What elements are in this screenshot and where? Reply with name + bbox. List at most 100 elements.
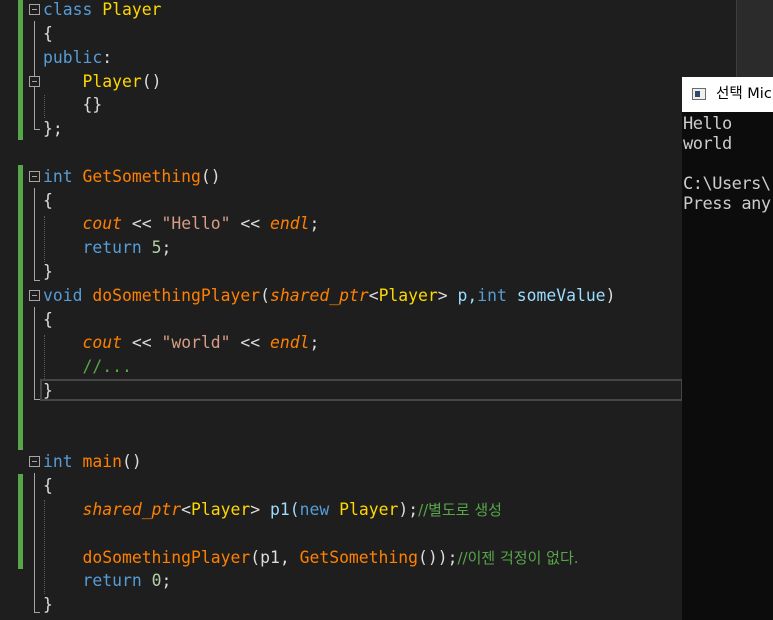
code-line[interactable]: void doSomethingPlayer(shared_ptr<Player… [43, 284, 615, 307]
console-output-line: Hello [683, 114, 732, 134]
operator: << [230, 214, 271, 233]
fold-collapse-icon[interactable] [29, 171, 40, 182]
variable: p1( [260, 500, 300, 519]
class-name: Player [191, 500, 251, 519]
outline-line [34, 473, 35, 613]
keyword: int [477, 286, 507, 305]
comment: //... [82, 357, 132, 376]
semicolon: ; [309, 214, 320, 233]
code-line[interactable]: int main() [43, 450, 142, 473]
function-name: main [82, 452, 122, 471]
class-end: }; [43, 119, 63, 138]
editor-side-panel [736, 0, 773, 78]
code-line[interactable]: cout << "world" << endl; [43, 331, 319, 354]
code-line[interactable]: }; [43, 117, 63, 140]
outline-end [34, 612, 40, 613]
semicolon: ; [161, 571, 172, 590]
code-line[interactable]: { [43, 474, 53, 497]
param: p, [447, 286, 478, 305]
console-titlebar[interactable]: 선택 Mic [682, 77, 773, 112]
code-line[interactable]: return 5; [43, 236, 171, 259]
operator: << [121, 333, 162, 352]
outline-end [34, 129, 40, 130]
current-line-highlight [40, 379, 683, 401]
endl: endl [270, 333, 310, 352]
angle: < [368, 286, 379, 305]
paren: ( [260, 286, 270, 305]
statement-end: ()); [418, 548, 458, 567]
code-line[interactable]: Player() [43, 70, 161, 93]
paren: () [200, 167, 221, 186]
code-line[interactable]: } [43, 379, 53, 402]
brace: { [43, 310, 53, 329]
code-line[interactable]: int GetSomething() [43, 165, 221, 188]
angle: < [181, 500, 192, 519]
keyword: new [299, 500, 330, 519]
code-line[interactable]: { [43, 189, 53, 212]
code-line[interactable]: } [43, 593, 53, 616]
code-line[interactable]: shared_ptr<Player> p1(new Player);//별도로 … [43, 498, 502, 521]
keyword: return [82, 571, 142, 590]
fold-collapse-icon[interactable] [29, 456, 40, 467]
outline-end [34, 280, 40, 281]
code-line[interactable]: {} [43, 93, 102, 116]
colon: : [102, 48, 113, 67]
code-line[interactable]: public: [43, 46, 112, 69]
brace: } [43, 262, 53, 281]
code-editor[interactable]: class Player { public: Player() {} }; in… [0, 0, 773, 620]
cout: cout [82, 333, 122, 352]
fold-collapse-icon[interactable] [29, 76, 40, 87]
cout: cout [82, 214, 122, 233]
comment: //별도로 생성 [418, 501, 502, 519]
console-output-line: world [683, 134, 732, 154]
body: {} [82, 95, 103, 114]
brace: { [43, 24, 53, 43]
change-marker [18, 165, 23, 450]
console-output-line: Press any [683, 194, 771, 214]
type-name: shared_ptr [82, 500, 182, 519]
code-line[interactable]: //... [43, 355, 132, 378]
type-name: shared_ptr [270, 286, 369, 305]
brace: { [43, 191, 53, 210]
brace: } [43, 381, 53, 400]
endl: endl [270, 214, 310, 233]
console-app-icon [692, 88, 706, 100]
keyword: return [82, 238, 142, 257]
code-line[interactable]: return 0; [43, 569, 171, 592]
constructor-name: Player [82, 72, 142, 91]
fold-collapse-icon[interactable] [29, 290, 40, 301]
change-marker [18, 0, 23, 140]
brace: } [43, 595, 53, 614]
code-line[interactable]: class Player [43, 0, 161, 21]
string: "Hello" [161, 214, 231, 233]
function-name: GetSomething [82, 167, 201, 186]
console-window[interactable]: 선택 Mic Hello world C:\Users\ Press any [682, 77, 773, 620]
semicolon: ; [309, 333, 320, 352]
operator: << [230, 333, 271, 352]
angle: > [250, 500, 261, 519]
outline-line [34, 307, 35, 400]
console-output-line: C:\Users\ [683, 174, 771, 194]
outline-line [34, 188, 35, 281]
code-line[interactable]: doSomethingPlayer(p1, GetSomething());//… [43, 546, 579, 569]
keyword: int [43, 167, 73, 186]
param: someValue [506, 286, 606, 305]
change-marker [18, 474, 23, 569]
fold-collapse-icon[interactable] [29, 4, 40, 15]
code-line[interactable]: } [43, 260, 53, 283]
code-line[interactable]: { [43, 308, 53, 331]
paren: () [141, 72, 162, 91]
keyword: class [43, 0, 93, 19]
angle: > [437, 286, 448, 305]
function-name: GetSomething [299, 548, 419, 567]
class-name: Player [378, 286, 438, 305]
code-line[interactable]: { [43, 22, 53, 45]
keyword: void [43, 286, 83, 305]
code-line[interactable]: cout << "Hello" << endl; [43, 212, 319, 235]
number: 0 [151, 571, 162, 590]
function-name: doSomethingPlayer [92, 286, 261, 305]
comment: //이젠 걱정이 없다. [457, 549, 579, 567]
console-title: 선택 Mic [716, 86, 772, 102]
arguments: (p1, [250, 548, 300, 567]
